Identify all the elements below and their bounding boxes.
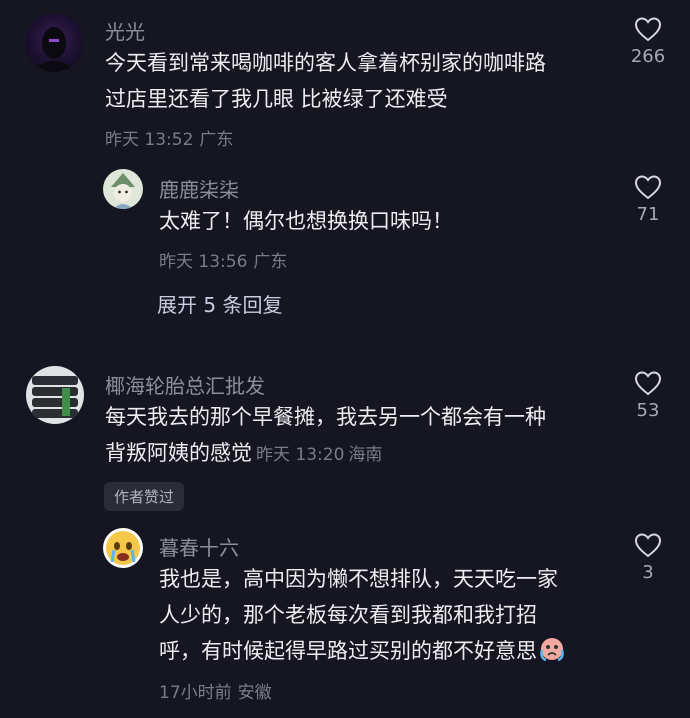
reply-avatar[interactable] [103,169,143,209]
avatar-figure-icon [33,27,75,72]
crying-emoji-icon [540,638,564,662]
reply-text-line: 人少的，那个老板每次看到我都和我打招 [159,603,537,627]
avatar[interactable] [26,366,84,424]
comment-meta: 昨天 13:52 广东 [105,125,239,150]
comment-text-line: 每天我去的那个早餐摊，我去另一个都会有一种 [105,405,546,429]
reply-time: 17小时前 [159,683,232,703]
reply-location: 广东 [253,252,288,272]
crying-face-icon [106,531,140,565]
tire-stack-icon [32,376,78,418]
comment-text-tail: 背叛阿姨的感觉 [105,441,252,465]
reply-location: 安徽 [237,683,272,703]
like-button[interactable]: 266 [613,16,683,67]
heart-icon [634,371,662,396]
reply-username[interactable]: 鹿鹿柒柒 [159,174,239,203]
reply-text: 太难了！偶尔也想换换口味吗！ [159,209,453,233]
heart-icon [634,175,662,200]
comment-location: 海南 [348,445,383,465]
comment-time: 昨天 13:52 [105,130,194,150]
reply-time: 昨天 13:56 [159,252,248,272]
like-count: 53 [636,400,660,421]
reply-text-line: 我也是，高中因为懒不想排队，天天吃一家 [159,567,558,591]
reply-meta: 昨天 13:56 广东 [159,247,293,272]
reply-text-tail: 呼，有时候起得早路过买别的都不好意思 [159,639,537,663]
reply-text-line: 呼，有时候起得早路过买别的都不好意思 [159,633,566,669]
comment-text-line: 今天看到常来喝咖啡的客人拿着杯别家的咖啡路 [105,51,546,75]
expand-replies-button[interactable]: 展开 5 条回复 [157,289,282,318]
like-count: 266 [630,46,666,67]
like-count: 71 [636,204,660,225]
reply-meta: 17小时前 安徽 [159,678,278,703]
comment-time: 昨天 13:20 [256,445,345,465]
comment-username[interactable]: 光光 [105,16,145,45]
like-count: 3 [642,562,654,583]
heart-icon [634,17,662,42]
reply-avatar[interactable] [103,528,143,568]
avatar[interactable] [25,13,84,72]
reply-like-button[interactable]: 71 [613,174,683,225]
comment-text-line: 过店里还看了我几眼 比被绿了还难受 [105,87,448,111]
reply-username[interactable]: 暮春十六 [159,532,239,561]
like-button[interactable]: 53 [613,370,683,421]
comment-text-line: 背叛阿姨的感觉 昨天 13:20 海南 [105,435,382,473]
author-liked-badge: 作者赞过 [104,482,185,511]
heart-icon [634,533,662,558]
avatar-cartoon-icon [111,173,135,209]
comment-username[interactable]: 椰海轮胎总汇批发 [105,370,265,399]
comment-location: 广东 [199,130,234,150]
reply-like-button[interactable]: 3 [613,532,683,583]
